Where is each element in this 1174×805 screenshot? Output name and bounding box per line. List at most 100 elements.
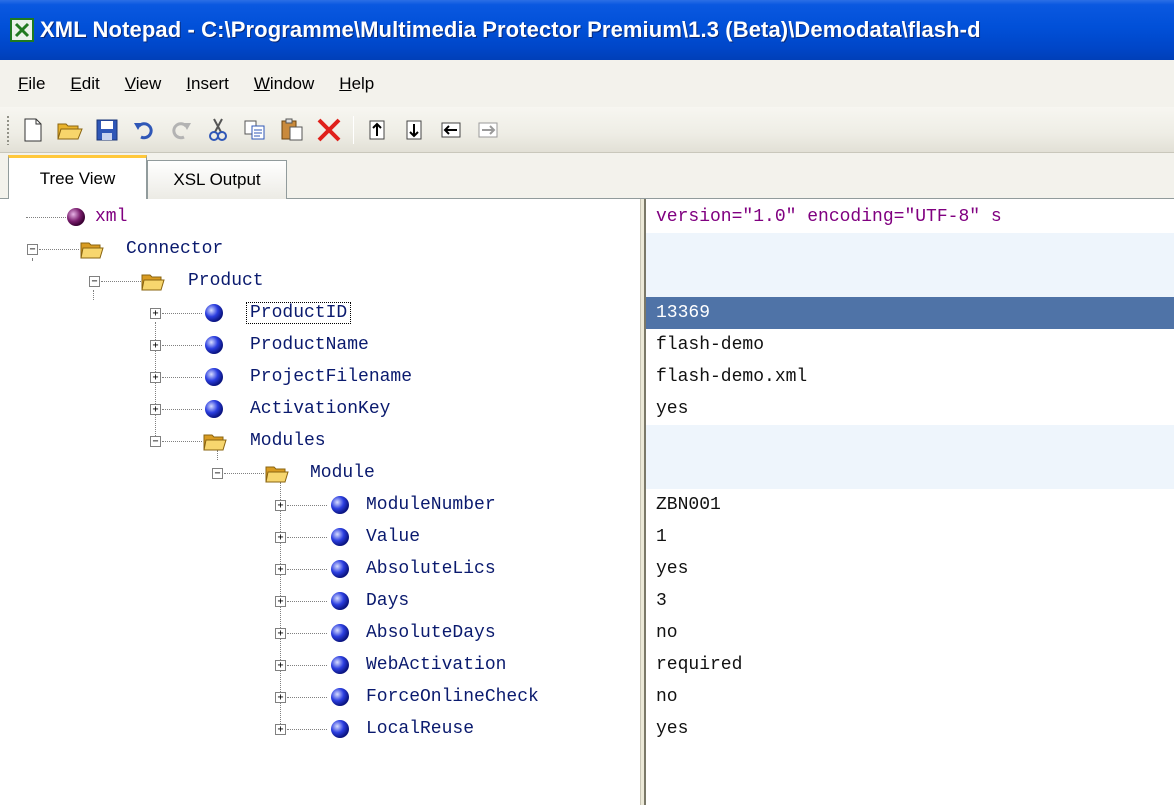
tree-node-projectfilename[interactable]: + ProjectFilename [0,361,640,393]
value-row-module[interactable] [646,457,1174,489]
expand-icon[interactable]: + [275,532,286,543]
tree-node-connector[interactable]: − Connector [0,233,640,265]
nudge-right-icon[interactable] [475,117,501,143]
value-row-product[interactable] [646,265,1174,297]
paste-icon[interactable] [279,117,305,143]
nudge-up-icon[interactable] [364,117,390,143]
tab-tree-view[interactable]: Tree View [8,155,147,199]
value-row-activationkey[interactable]: yes [646,393,1174,425]
app-icon[interactable] [10,18,34,42]
tree-node-absolutelics[interactable]: + AbsoluteLics [0,553,640,585]
folder-open-icon [203,434,227,451]
collapse-icon[interactable]: − [89,276,100,287]
save-icon[interactable] [94,117,120,143]
value-text: flash-demo [656,335,765,355]
expand-icon[interactable]: + [150,372,161,383]
expand-icon[interactable]: + [150,404,161,415]
tree-node-label: AbsoluteDays [366,623,496,643]
menu-edit[interactable]: Edit [70,74,99,94]
nudge-left-icon[interactable] [438,117,464,143]
tree-node-label: Module [310,463,375,483]
element-icon [331,688,349,706]
copy-icon[interactable] [242,117,268,143]
element-icon [331,560,349,578]
value-text: yes [656,719,689,739]
menu-help[interactable]: Help [339,74,374,94]
tree-node-productname[interactable]: + ProductName [0,329,640,361]
new-icon[interactable] [20,117,46,143]
value-row-xml[interactable]: version="1.0" encoding="UTF-8" s [646,201,1174,233]
folder-open-icon [80,242,104,259]
value-row-connector[interactable] [646,233,1174,265]
tree-node-modules[interactable]: − Modules [0,425,640,457]
expand-icon[interactable]: + [275,692,286,703]
value-row-productid[interactable]: 13369 [646,297,1174,329]
expand-icon[interactable]: + [275,628,286,639]
tree-node-value[interactable]: + Value [0,521,640,553]
value-text: yes [656,559,689,579]
tree-node-module[interactable]: − Module [0,457,640,489]
tree-node-activationkey[interactable]: + ActivationKey [0,393,640,425]
value-row-value[interactable]: 1 [646,521,1174,553]
element-icon [331,528,349,546]
tree-node-label: xml [95,207,128,227]
menu-file[interactable]: File [18,74,45,94]
tree-node-forceonlinecheck[interactable]: + ForceOnlineCheck [0,681,640,713]
expand-icon[interactable]: + [150,308,161,319]
tree-node-product[interactable]: − Product [0,265,640,297]
tree-node-days[interactable]: + Days [0,585,640,617]
value-row-absolutedays[interactable]: no [646,617,1174,649]
nudge-down-icon[interactable] [401,117,427,143]
value-text: flash-demo.xml [656,367,808,387]
tab-strip: Tree View XSL Output [0,153,1174,199]
collapse-icon[interactable]: − [150,436,161,447]
value-row-days[interactable]: 3 [646,585,1174,617]
value-row-forceonlinecheck[interactable]: no [646,681,1174,713]
tree-node-absolutedays[interactable]: + AbsoluteDays [0,617,640,649]
tab-xsl-output[interactable]: XSL Output [147,160,287,199]
tree-node-xml[interactable]: xml [0,201,640,233]
expand-icon[interactable]: + [275,660,286,671]
undo-icon[interactable] [131,117,157,143]
tree-connector [224,473,264,474]
tree-node-label: AbsoluteLics [366,559,496,579]
value-row-webactivation[interactable]: required [646,649,1174,681]
value-row-localreuse[interactable]: yes [646,713,1174,745]
tree-node-label: ProjectFilename [250,367,413,387]
tree-node-label: ForceOnlineCheck [366,687,539,707]
expand-icon[interactable]: + [275,500,286,511]
value-text: version="1.0" encoding="UTF-8" s [656,207,1002,227]
redo-icon[interactable] [168,117,194,143]
tree-node-modulenumber[interactable]: + ModuleNumber [0,489,640,521]
toolbar-grip[interactable] [6,114,10,145]
tree-node-productid[interactable]: + ProductID [0,297,640,329]
tree-connector [287,665,327,666]
cut-icon[interactable] [205,117,231,143]
element-icon [331,496,349,514]
value-pane[interactable]: version="1.0" encoding="UTF-8" s 13369 f… [646,199,1174,805]
tree-node-webactivation[interactable]: + WebActivation [0,649,640,681]
menu-view[interactable]: View [125,74,162,94]
collapse-icon[interactable]: − [27,244,38,255]
value-row-projectfilename[interactable]: flash-demo.xml [646,361,1174,393]
tree-node-label: Connector [126,239,224,259]
tree-connector [162,313,202,314]
tree-connector [162,345,202,346]
expand-icon[interactable]: + [275,724,286,735]
value-row-absolutelics[interactable]: yes [646,553,1174,585]
collapse-icon[interactable]: − [212,468,223,479]
delete-icon[interactable] [316,117,342,143]
value-row-productname[interactable]: flash-demo [646,329,1174,361]
expand-icon[interactable]: + [275,564,286,575]
value-row-modulenumber[interactable]: ZBN001 [646,489,1174,521]
menu-insert[interactable]: Insert [186,74,229,94]
open-icon[interactable] [57,117,83,143]
expand-icon[interactable]: + [275,596,286,607]
tree-connector [287,569,327,570]
menu-window[interactable]: Window [254,74,314,94]
element-icon [205,304,223,322]
expand-icon[interactable]: + [150,340,161,351]
value-row-modules[interactable] [646,425,1174,457]
tree-pane[interactable]: xml − Connector − Product + ProductID + … [0,199,640,805]
tree-node-localreuse[interactable]: + LocalReuse [0,713,640,745]
